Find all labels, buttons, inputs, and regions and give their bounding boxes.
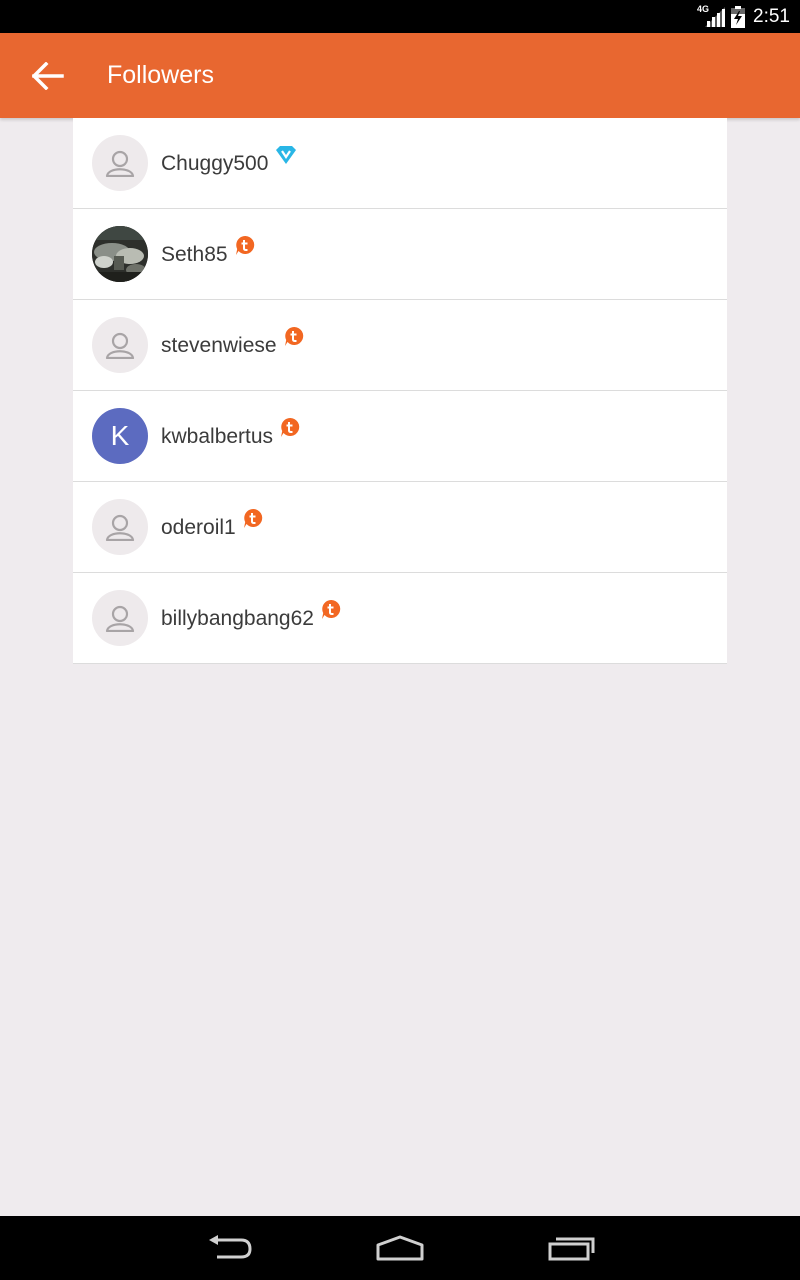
avatar-letter-text: K (110, 420, 130, 451)
follower-username: billybangbang62 (161, 573, 341, 664)
profile-photo-image (92, 226, 148, 282)
follower-username: Chuggy500 (161, 118, 297, 209)
system-nav-bar (0, 1216, 800, 1280)
nav-back-button[interactable] (180, 1216, 280, 1280)
verified-v-icon (276, 145, 297, 164)
username-text: Seth85 (161, 242, 228, 266)
avatar (92, 499, 148, 555)
status-time: 2:51 (753, 5, 790, 27)
username-text: stevenwiese (161, 333, 277, 357)
follower-row-kwbalbertus[interactable]: K kwbalbertus (73, 391, 727, 482)
nav-home-button[interactable] (350, 1216, 450, 1280)
t-badge-icon (284, 327, 304, 346)
avatar-photo (92, 226, 148, 282)
user-placeholder-icon (105, 150, 135, 177)
avatar (92, 317, 148, 373)
network-type-label: 4G (697, 3, 710, 14)
avatar (92, 135, 148, 191)
t-badge-icon (235, 236, 255, 255)
follower-row-stevenwiese[interactable]: stevenwiese (73, 300, 727, 391)
follower-row-seth85[interactable]: Seth85 (73, 209, 727, 300)
t-badge-icon (281, 418, 300, 437)
t-badge-icon (243, 509, 263, 528)
avatar-letter: K (92, 408, 148, 464)
back-button[interactable] (22, 51, 74, 101)
nav-home-icon (376, 1235, 424, 1261)
username-text: oderoil1 (161, 515, 236, 539)
nav-recents-button[interactable] (521, 1216, 621, 1280)
follower-row-chuggy500[interactable]: Chuggy500 (73, 118, 727, 209)
follower-username: Seth85 (161, 209, 255, 300)
user-placeholder-icon (105, 514, 135, 541)
follower-row-oderoil1[interactable]: oderoil1 (73, 482, 727, 573)
status-bar: 4G 2:51 (0, 0, 800, 33)
avatar (92, 590, 148, 646)
status-indicators: 4G 2:51 (697, 0, 790, 33)
page-title: Followers (107, 61, 214, 89)
username-text: Chuggy500 (161, 151, 269, 175)
arrow-left-icon (32, 62, 64, 90)
username-text: billybangbang62 (161, 606, 314, 630)
nav-back-icon (209, 1235, 252, 1259)
follower-row-billybangbang62[interactable]: billybangbang62 (73, 573, 727, 664)
followers-list: Chuggy500 Seth85 stevenwiese K kwbalbert… (73, 118, 727, 664)
follower-username: kwbalbertus (161, 391, 300, 482)
user-placeholder-icon (105, 332, 135, 359)
app-bar: Followers (0, 33, 800, 118)
follower-username: oderoil1 (161, 482, 263, 573)
t-badge-icon (321, 600, 341, 619)
follower-username: stevenwiese (161, 300, 304, 391)
user-placeholder-icon (105, 605, 135, 632)
username-text: kwbalbertus (161, 424, 274, 448)
battery-charging-icon (731, 5, 746, 28)
nav-recents-icon (548, 1237, 595, 1261)
